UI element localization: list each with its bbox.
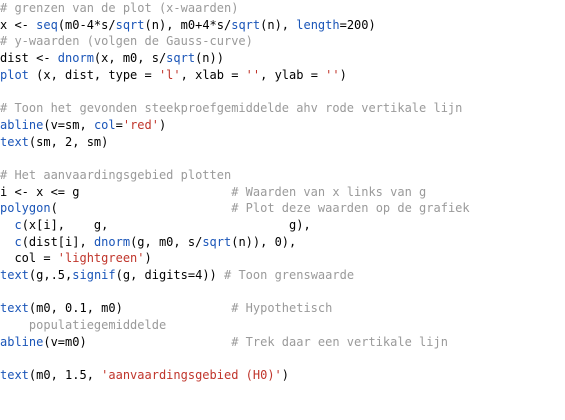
code-text: = [115,117,123,132]
code-line: abline(v=m0) # Trek daar een vertikale l… [0,334,565,351]
code-string: '' [325,67,340,82]
code-text: (m0, 0.1, m0) [28,301,232,316]
code-string: 'aanvaardingsgebied (H0)' [101,368,282,383]
code-line: polygon( # Plot deze waarden op de grafi… [0,200,565,217]
code-function: sqrt [166,51,196,66]
code-text: (g, m0, s/ [130,234,203,249]
code-comment: # grenzen van de plot (x-waarden) [0,1,239,15]
code-comment: # Het aanvaardingsgebied plotten [0,167,232,182]
code-comment: # Hypothetisch [231,301,333,316]
code-text: , ylab = [260,67,326,82]
code-function: length [296,17,340,32]
code-line: # grenzen van de plot (x-waarden) [0,0,565,17]
code-line: dist <- dnorm(x, m0, s/sqrt(n)) [0,50,565,67]
code-comment: # Trek daar een vertikale lijn [231,334,448,349]
code-line: text(m0, 0.1, m0) # Hypothetisch [0,300,565,317]
code-text: =200) [339,17,376,32]
code-line: populatiegemiddelde [0,317,565,334]
code-line: x <- seq(m0-4*s/sqrt(n), m0+4*s/sqrt(n),… [0,17,565,34]
code-function: dnorm [57,51,94,66]
code-function: text [0,301,29,316]
code-comment: # Waarden van x links van g [231,184,427,199]
code-text: (g,.5, [28,268,73,282]
code-text: ) [281,368,290,383]
code-line: col = 'lightgreen') [0,250,565,267]
code-text: (n)), 0), [231,234,297,249]
code-function: abline [0,117,44,132]
code-text: (v=sm, [43,117,94,132]
code-line: i <- x <= g # Waarden van x links van g [0,184,565,201]
code-function: polygon [0,201,51,216]
code-function: c [14,217,22,232]
code-text: (sm, 2, sm) [28,134,109,149]
code-comment: # Toon het gevonden steekproefgemiddelde… [0,101,463,116]
code-function: sqrt [231,17,261,32]
code-string: 'l' [158,67,181,82]
code-comment: # y-waarden (volgen de Gauss-curve) [0,34,253,49]
code-text: i <- x <= g [0,184,232,199]
code-line: # y-waarden (volgen de Gauss-curve) [0,33,565,50]
code-function: col [93,117,116,132]
code-text: (g, digits=4)) [115,268,224,282]
code-text: , xlab = [180,67,246,82]
code-text: (n), m0+4*s/ [144,17,232,32]
code-comment: # Plot deze waarden op de grafiek [231,201,470,216]
code-function: text [0,368,29,383]
code-text: x <- [0,17,37,32]
code-text: dist <- [0,51,58,66]
code-function: sqrt [115,17,145,32]
code-string: 'red' [122,117,159,132]
code-function: abline [0,334,44,349]
code-function: text [0,134,29,149]
code-line: text(m0, 1.5, 'aanvaardingsgebied (H0)') [0,367,565,384]
code-string: '' [245,67,261,82]
code-function: sqrt [202,234,232,249]
code-text: ) [144,251,152,266]
code-line: # Het aanvaardingsgebied plotten [0,167,565,184]
code-function: dnorm [93,234,131,249]
code-comment: # Toon grenswaarde [224,268,355,282]
code-function: text [0,268,29,282]
code-text: (x, m0, s/ [93,51,167,66]
code-line: c(x[i], g, g), [0,217,565,234]
code-function: seq [36,17,58,32]
code-text: ( [50,201,232,216]
code-text: (v=m0) [43,334,232,349]
code-line: plot (x, dist, type = 'l', xlab = '', yl… [0,67,565,84]
code-text: (n), [260,17,297,32]
code-function: signif [72,268,116,282]
code-line: c(dist[i], dnorm(g, m0, s/sqrt(n)), 0), [0,234,565,251]
code-text: ) [339,67,347,82]
code-function: c [14,234,22,249]
code-listing: # grenzen van de plot (x-waarden) x <- se… [0,0,565,420]
code-text: (m0, 1.5, [28,368,102,383]
code-text: (m0-4*s/ [57,17,116,32]
code-line: abline(v=sm, col='red') [0,117,565,134]
code-text: col = [0,251,58,266]
code-text: (dist[i], [21,234,94,249]
code-comment: populatiegemiddelde [0,318,167,333]
code-string: 'lightgreen' [57,251,145,266]
code-text: ) [158,117,167,132]
code-text: (x[i], g, g), [21,217,311,232]
code-text: (n)) [195,51,224,66]
code-line: text(g,.5,signif(g, digits=4)) # Toon gr… [0,267,565,284]
code-line: text(sm, 2, sm) [0,134,565,151]
code-line: # Toon het gevonden steekproefgemiddelde… [0,100,565,117]
code-function: plot [0,67,29,82]
code-text: (x, dist, type = [28,67,159,82]
